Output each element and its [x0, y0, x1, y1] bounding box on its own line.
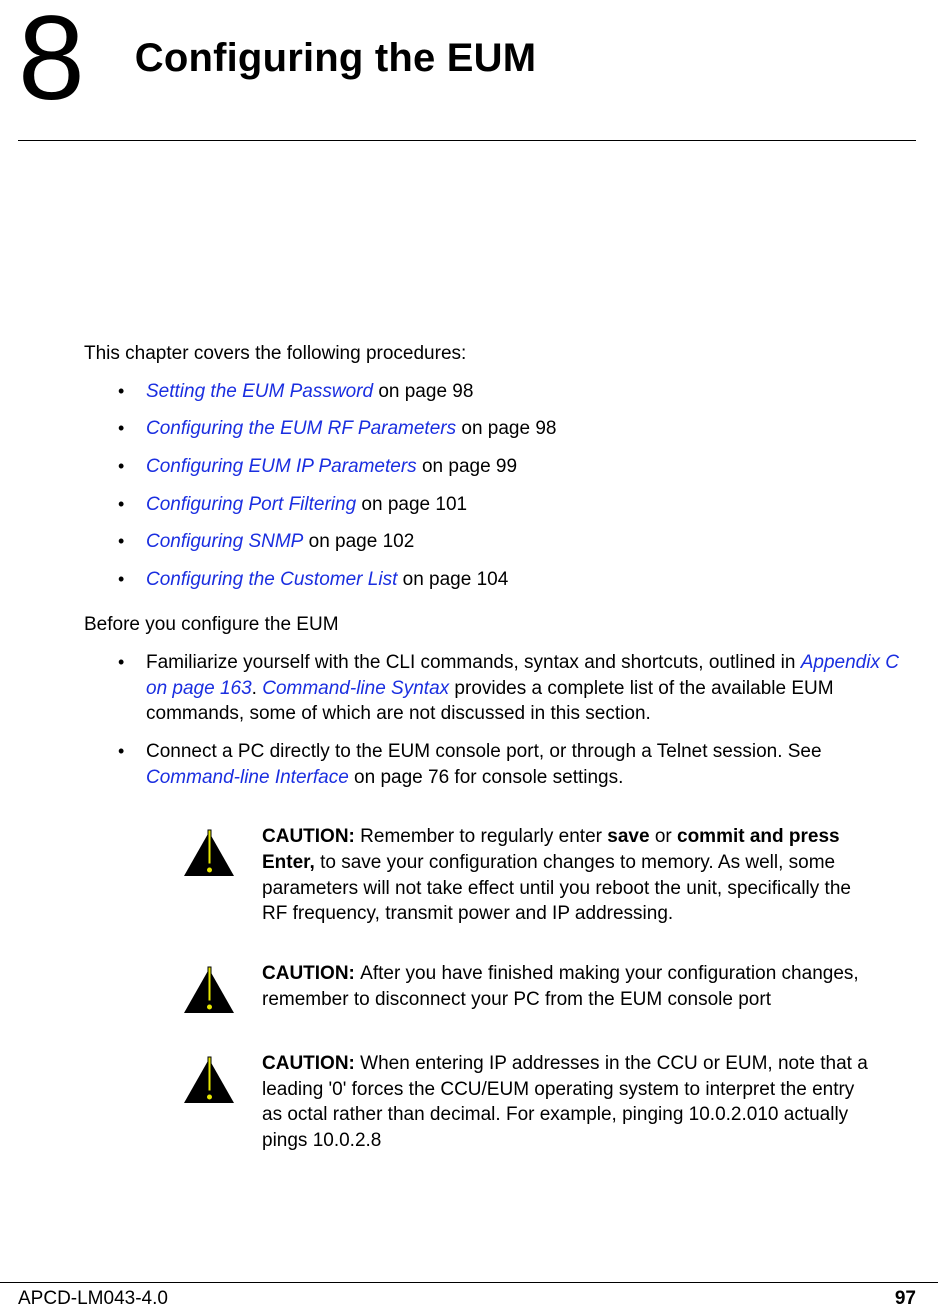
link[interactable]: Configuring SNMP: [146, 531, 303, 552]
caution-icon: [178, 826, 240, 880]
before-lead: Before you configure the EUM: [84, 612, 916, 638]
caution-text: CAUTION: Remember to regularly enter sav…: [262, 824, 872, 927]
divider: [18, 140, 916, 141]
page: 8 Configuring the EUM This chapter cover…: [0, 0, 938, 1260]
caution-label: CAUTION:: [262, 826, 360, 847]
caution-block: CAUTION: When entering IP addresses in t…: [178, 1051, 916, 1154]
list-item: Configuring the Customer List on page 10…: [118, 567, 916, 593]
text: to save your configuration changes to me…: [262, 852, 851, 924]
caution-label: CAUTION:: [262, 963, 360, 984]
list-item: Connect a PC directly to the EUM console…: [118, 739, 916, 790]
intro-text: This chapter covers the following proced…: [84, 341, 916, 367]
text: Connect a PC directly to the EUM console…: [146, 741, 822, 762]
chapter-title: Configuring the EUM: [135, 31, 537, 85]
chapter-header: 8 Configuring the EUM: [18, 0, 916, 118]
page-footer: APCD-LM043-4.0 97: [0, 1283, 938, 1312]
list-item: Familiarize yourself with the CLI comman…: [118, 650, 916, 727]
page-ref: on page 101: [356, 494, 467, 515]
list-item: Configuring SNMP on page 102: [118, 529, 916, 555]
list-item: Configuring Port Filtering on page 101: [118, 492, 916, 518]
caution-text: CAUTION: When entering IP addresses in t…: [262, 1051, 872, 1154]
text: on page 76 for console settings.: [349, 767, 624, 788]
page-ref: on page 99: [417, 456, 517, 477]
before-list: Familiarize yourself with the CLI comman…: [118, 650, 916, 790]
caution-block: CAUTION: After you have finished making …: [178, 961, 916, 1017]
text: or: [650, 826, 677, 847]
link[interactable]: Command-line Interface: [146, 767, 349, 788]
doc-id: APCD-LM043-4.0: [18, 1286, 168, 1312]
caution-label: CAUTION:: [262, 1053, 360, 1074]
bold-text: save: [607, 826, 649, 847]
page-ref: on page 102: [303, 531, 414, 552]
list-item: Configuring the EUM RF Parameters on pag…: [118, 416, 916, 442]
text: Remember to regularly enter: [360, 826, 607, 847]
chapter-number: 8: [18, 0, 81, 118]
caution-block: CAUTION: Remember to regularly enter sav…: [178, 824, 916, 927]
page-number: 97: [895, 1286, 916, 1312]
link[interactable]: Setting the EUM Password: [146, 381, 373, 402]
list-item: Configuring EUM IP Parameters on page 99: [118, 454, 916, 480]
link[interactable]: Configuring EUM IP Parameters: [146, 456, 417, 477]
page-ref: on page 104: [397, 569, 508, 590]
text: Familiarize yourself with the CLI comman…: [146, 652, 801, 673]
caution-icon: [178, 1053, 240, 1107]
caution-icon: [178, 963, 240, 1017]
link[interactable]: Configuring the EUM RF Parameters: [146, 418, 456, 439]
page-ref: on page 98: [456, 418, 556, 439]
list-item: Setting the EUM Password on page 98: [118, 379, 916, 405]
toc-list: Setting the EUM Password on page 98 Conf…: [118, 379, 916, 593]
page-ref: on page 98: [373, 381, 473, 402]
link[interactable]: Configuring Port Filtering: [146, 494, 356, 515]
text: .: [252, 678, 263, 699]
caution-text: CAUTION: After you have finished making …: [262, 961, 872, 1012]
link[interactable]: Configuring the Customer List: [146, 569, 397, 590]
link[interactable]: Command-line Syntax: [262, 678, 449, 699]
